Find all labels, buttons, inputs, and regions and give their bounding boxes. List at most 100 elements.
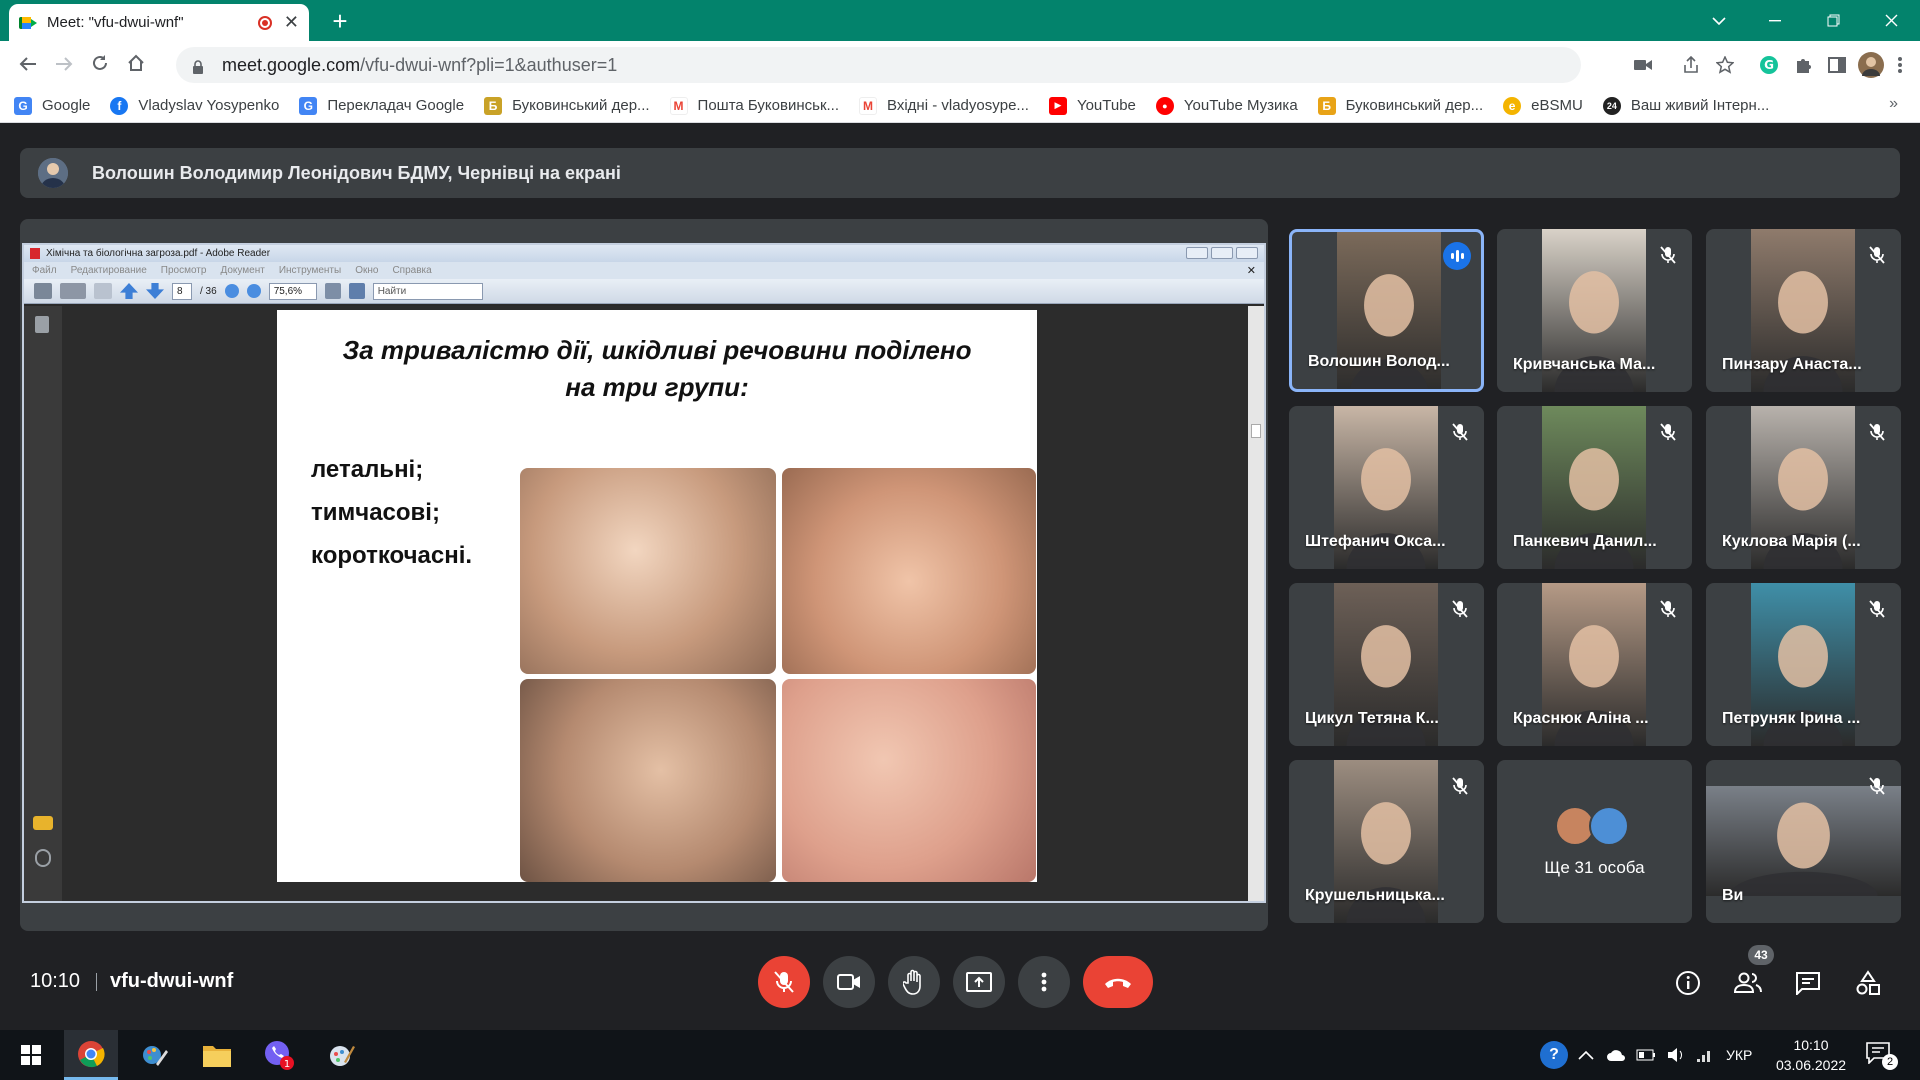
zoom-out-icon[interactable] [224,284,239,298]
activities-button[interactable] [1848,963,1888,1003]
leave-call-button[interactable] [1083,956,1153,1008]
network-signal-icon[interactable] [1696,1047,1714,1063]
meeting-code: vfu-dwui-wnf [110,970,234,992]
mic-toggle-button[interactable] [758,956,810,1008]
participant-tile[interactable]: Штефанич Окса... [1289,406,1484,569]
notification-center-icon[interactable]: 2 [1866,1042,1900,1070]
page-number-input[interactable]: 8 [172,282,192,300]
participant-tile[interactable]: Панкевич Данил... [1497,406,1692,569]
attachments-paperclip-icon[interactable] [35,849,51,867]
participant-tile[interactable]: Краснюк Аліна ... [1497,583,1692,746]
comments-panel-icon[interactable] [33,816,53,830]
chrome-menu-icon[interactable] [1888,48,1912,82]
reader-menu-document[interactable]: Документ [220,265,264,276]
participant-tile[interactable]: Цикул Тетяна К... [1289,583,1484,746]
profile-avatar[interactable] [1854,48,1888,82]
present-screen-button[interactable] [953,956,1005,1008]
battery-icon[interactable] [1636,1049,1656,1061]
self-view-tile[interactable]: Ви [1706,760,1901,923]
taskbar-clock[interactable]: 10:10 03.06.2022 [1770,1035,1852,1075]
camera-in-use-icon[interactable] [1626,48,1660,82]
bookmark-ebsmu[interactable]: e eBSMU [1503,96,1583,115]
reload-icon[interactable] [82,52,118,78]
forward-arrow-icon[interactable] [46,52,82,78]
extensions-puzzle-icon[interactable] [1786,48,1820,82]
grammarly-icon[interactable]: G [1752,48,1786,82]
back-arrow-icon[interactable] [10,52,46,78]
print-icon[interactable] [34,283,52,299]
fit-page-icon[interactable] [324,283,341,299]
more-options-button[interactable] [1018,956,1070,1008]
reader-menu-edit[interactable]: Редактирование [71,265,147,276]
bookmark-google[interactable]: G Google [14,96,90,115]
home-icon[interactable] [118,52,154,78]
reader-menu-tools[interactable]: Инструменты [279,265,341,276]
address-bar[interactable]: meet.google.com/vfu-dwui-wnf?pli=1&authu… [176,47,1581,83]
reader-menu-help[interactable]: Справка [392,265,431,276]
reader-menu-file[interactable]: Файл [32,265,57,276]
bookmark-mail-2[interactable]: M Вхідні - vladyosype... [859,96,1029,115]
collaborate-icon[interactable] [94,283,112,299]
help-question-icon[interactable]: ? [1540,1041,1568,1069]
taskbar-paint-brush-icon[interactable] [314,1030,368,1080]
bookmark-facebook[interactable]: f Vladyslav Yosypenko [110,96,279,115]
camera-toggle-button[interactable] [823,956,875,1008]
close-tab-icon[interactable]: ✕ [284,12,299,33]
bookmark-youtube[interactable]: ▶ YouTube [1048,96,1136,115]
clock-separator [96,973,97,991]
next-page-icon[interactable] [146,283,164,299]
browser-tab-meet[interactable]: Meet: "vfu-dwui-wnf" ✕ [9,4,309,41]
participant-tile[interactable]: Куклова Марія (... [1706,406,1901,569]
taskbar-chrome-icon[interactable] [64,1030,118,1080]
reader-vertical-scrollbar[interactable] [1248,306,1264,901]
share-icon[interactable] [1674,48,1708,82]
chat-button[interactable] [1788,963,1828,1003]
bookmark-youtube-music[interactable]: ● YouTube Музика [1155,96,1298,115]
reader-menu-window[interactable]: Окно [355,265,378,276]
bookmark-bukovyna-2[interactable]: Б Буковинський дер... [1317,96,1483,115]
raise-hand-button[interactable] [888,956,940,1008]
previous-page-icon[interactable] [120,283,138,299]
tray-chevron-up-icon[interactable] [1578,1050,1594,1060]
bookmark-translate[interactable]: G Перекладач Google [299,96,464,115]
bookmark-bukovyna-1[interactable]: Б Буковинський дер... [484,96,650,115]
reader-close-icon[interactable] [1236,247,1258,259]
bookmark-star-icon[interactable] [1708,48,1742,82]
reader-doc-close-icon[interactable]: ✕ [1247,264,1256,277]
participant-tile[interactable]: Крушельницька... [1289,760,1484,923]
participant-tile[interactable]: Пинзару Анаста... [1706,229,1901,392]
more-bookmarks-chevron-icon[interactable]: » [1889,95,1898,113]
participant-tile[interactable]: Петруняк Ірина ... [1706,583,1901,746]
meeting-details-button[interactable] [1668,963,1708,1003]
zoom-level-select[interactable]: 75,6% [268,282,317,300]
participant-name: Ви [1722,887,1744,904]
minimize-window-icon[interactable] [1746,0,1804,41]
reader-minimize-icon[interactable] [1186,247,1208,259]
close-window-icon[interactable] [1862,0,1920,41]
participant-tile[interactable]: Кривчанська Ма... [1497,229,1692,392]
email-icon[interactable] [60,283,86,299]
onedrive-cloud-icon[interactable] [1606,1048,1626,1062]
windows-start-icon[interactable] [4,1030,58,1080]
speaker-volume-icon[interactable] [1666,1047,1686,1063]
reader-menu-view[interactable]: Просмотр [161,265,207,276]
bookmark-24[interactable]: 24 Ваш живий Інтерн... [1602,96,1769,115]
fit-width-icon[interactable] [348,283,365,299]
taskbar-paint-app-icon[interactable] [128,1030,182,1080]
taskbar-viber-icon[interactable]: 1 [252,1030,306,1080]
bookmark-mail-1[interactable]: M Пошта Буковинськ... [669,96,839,115]
zoom-in-icon[interactable] [246,284,261,298]
participant-tile[interactable]: Волошин Волод... [1289,229,1484,392]
reader-search-input[interactable]: Найти [372,282,483,300]
reader-restore-icon[interactable] [1211,247,1233,259]
people-button[interactable] [1728,963,1768,1003]
new-tab-button[interactable]: + [325,6,355,37]
taskbar-file-explorer-icon[interactable] [190,1030,244,1080]
input-language-indicator[interactable]: УКР [1726,1047,1752,1063]
reader-scroll-thumb[interactable] [1251,424,1261,438]
pages-panel-icon[interactable] [35,316,49,333]
tab-search-chevron-icon[interactable] [1690,0,1748,41]
restore-window-icon[interactable] [1804,0,1862,41]
side-panel-icon[interactable] [1820,48,1854,82]
more-participants-tile[interactable]: Ще 31 особа [1497,760,1692,923]
